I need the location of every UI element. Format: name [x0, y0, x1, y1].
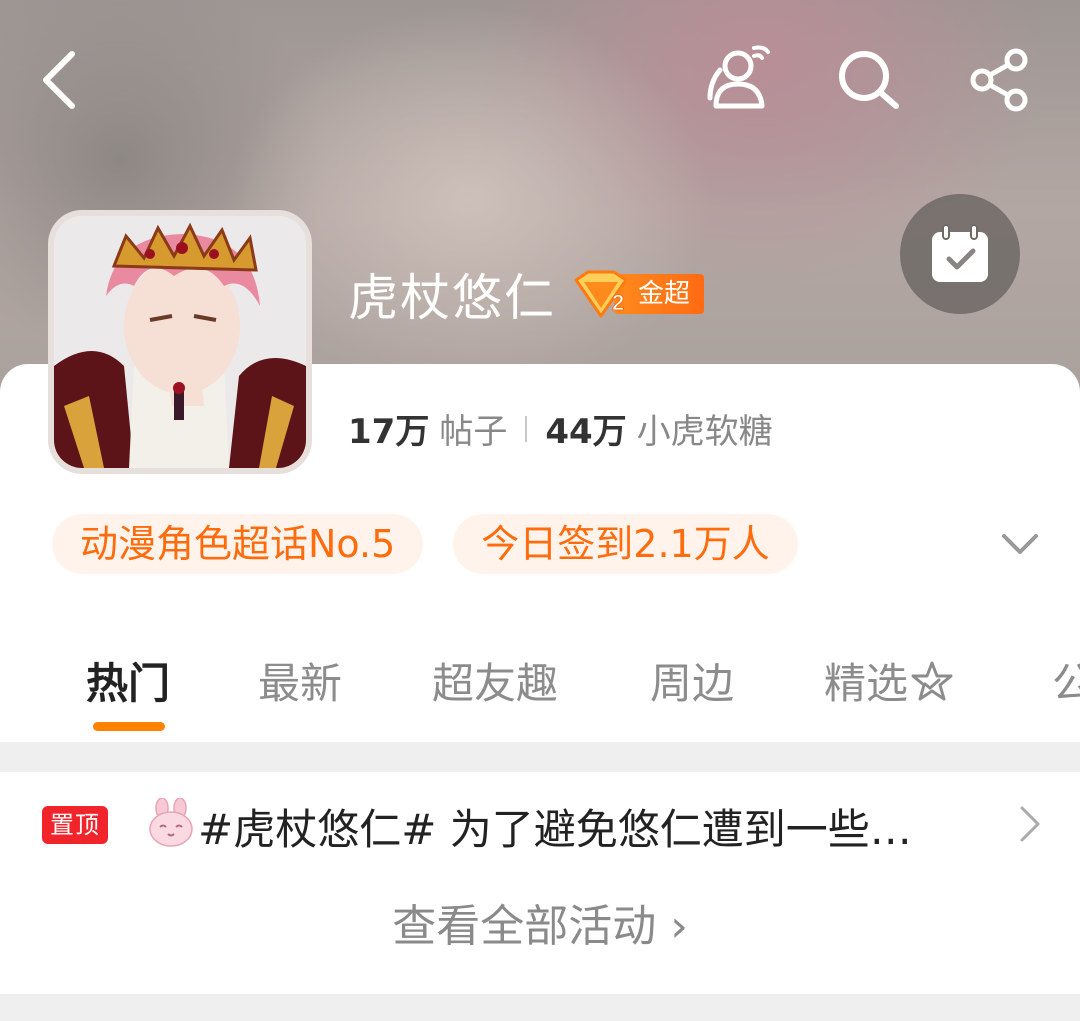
checkin-button[interactable]: [900, 194, 1020, 314]
pinned-post-link[interactable]: #虎杖悠仁# 为了避免悠仁遭到一些…: [198, 796, 988, 857]
avatar-image: [54, 216, 306, 468]
posts-count: 17万: [348, 412, 430, 452]
tab-bar: 热门 最新 超友趣 周边 精选 公: [0, 650, 1080, 742]
diamond-icon: 2: [574, 270, 628, 318]
tab-featured[interactable]: 精选: [824, 650, 954, 711]
level-badge[interactable]: 2 金超: [570, 270, 705, 318]
avatar[interactable]: [48, 210, 312, 474]
share-icon[interactable]: [968, 48, 1032, 112]
star-icon: [911, 661, 953, 701]
pinned-badge: 置顶: [42, 806, 108, 844]
ranking-tag[interactable]: 动漫角色超话No.5: [52, 514, 424, 574]
tab-more[interactable]: 公: [1052, 650, 1080, 711]
chevron-left-icon[interactable]: [36, 48, 86, 112]
tab-featured-label: 精选: [824, 659, 909, 708]
chevron-down-icon[interactable]: [1000, 528, 1040, 558]
calendar-check-icon: [932, 224, 988, 282]
followers-count: 44万: [545, 412, 627, 452]
page-title: 虎杖悠仁: [348, 269, 556, 327]
title-row: 虎杖悠仁 2 金超: [348, 258, 705, 330]
checkin-count-tag[interactable]: 今日签到2.1万人: [453, 514, 798, 574]
stats-divider: [525, 415, 528, 442]
search-icon[interactable]: [836, 48, 902, 112]
tags-row: 动漫角色超话No.5 今日签到2.1万人: [52, 514, 798, 574]
tab-hot[interactable]: 热门: [86, 650, 170, 711]
level-number: 2: [612, 290, 624, 315]
active-tab-indicator: [93, 722, 165, 731]
bunny-emoji-icon: [146, 797, 196, 848]
tab-merch[interactable]: 周边: [650, 650, 734, 711]
chevron-right-icon[interactable]: [1016, 804, 1044, 844]
people-icon[interactable]: [702, 40, 774, 112]
tab-latest[interactable]: 最新: [258, 650, 342, 711]
tab-fun[interactable]: 超友趣: [432, 650, 558, 711]
posts-label[interactable]: 帖子: [439, 404, 507, 453]
followers-label[interactable]: 小虎软糖: [637, 404, 773, 453]
stats-row: 17万 帖子 44万 小虎软糖: [348, 404, 773, 453]
view-all-activities-link[interactable]: 查看全部活动 ›: [0, 890, 1080, 954]
